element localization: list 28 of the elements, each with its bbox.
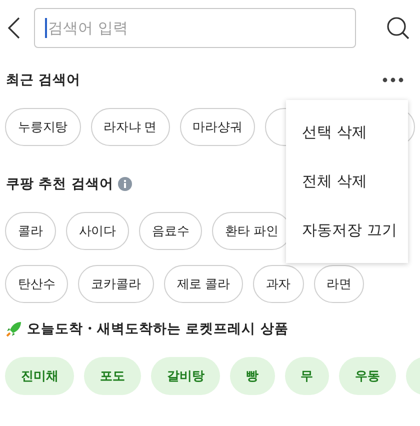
search-field[interactable]: 검색어 입력 — [34, 8, 356, 48]
product-chip[interactable]: 빵 — [230, 357, 275, 395]
keyword-chip[interactable]: 코카콜라 — [78, 265, 154, 303]
keyword-chip[interactable]: 라면 — [314, 265, 364, 303]
product-chip[interactable]: 우동 — [339, 357, 396, 395]
section-title: 오늘도착・새벽도착하는 로켓프레시 상품 — [27, 320, 288, 338]
keyword-chip[interactable]: 콜라 — [5, 212, 56, 250]
keyword-chip[interactable]: 마라샹궈 — [180, 108, 256, 146]
section-title: 쿠팡 추천 검색어 — [6, 175, 114, 193]
keyword-chip[interactable]: 라자냐 면 — [90, 108, 170, 146]
keyword-chip[interactable]: 사이다 — [66, 212, 130, 250]
info-icon[interactable] — [118, 177, 132, 191]
product-chip[interactable]: 진미채 — [5, 357, 74, 395]
search-input[interactable]: 검색어 입력 — [48, 19, 345, 37]
rocket-icon — [6, 321, 22, 337]
section-title: 최근 검색어 — [6, 71, 81, 89]
menu-item[interactable]: 전체 삭제 — [286, 157, 408, 206]
product-chip[interactable]: 포도 — [84, 357, 142, 395]
keyword-chip[interactable]: 과자 — [252, 265, 304, 303]
keyword-chip[interactable]: 제로 콜라 — [164, 265, 243, 303]
search-icon[interactable] — [386, 16, 410, 40]
more-icon[interactable] — [382, 77, 404, 83]
keyword-chip[interactable]: 누릉지탕 — [5, 108, 81, 146]
keyword-chip[interactable]: 음료수 — [139, 212, 202, 250]
keyword-chip[interactable]: 탄산수 — [5, 265, 68, 303]
product-chip[interactable]: 무 — [284, 357, 330, 395]
product-chip[interactable]: 갈비탕 — [151, 357, 220, 395]
menu-item[interactable]: 선택 삭제 — [286, 108, 408, 157]
